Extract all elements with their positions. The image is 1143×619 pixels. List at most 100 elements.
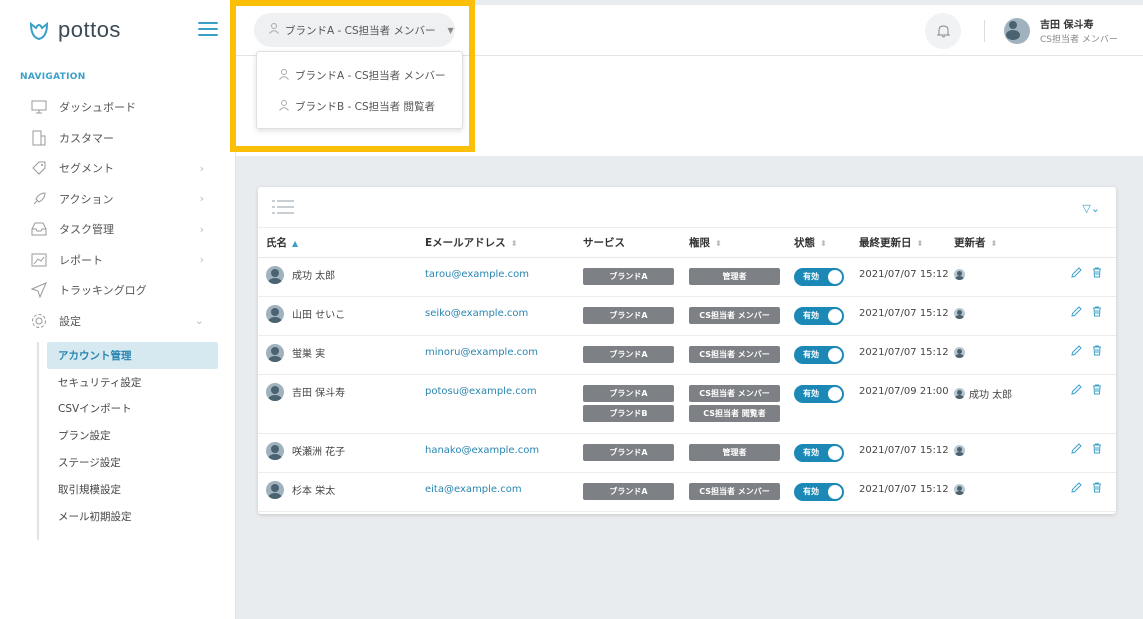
table-row[interactable]: 吉田 保斗寿 potosu@example.com ブランドA ブランドB CS担… <box>258 374 1116 434</box>
list-icon[interactable] <box>272 200 294 217</box>
user-name: 成功 太郎 <box>292 271 336 282</box>
table-row[interactable]: 山田 せいこ seiko@example.com ブランドA CS担当者 メンバ… <box>258 296 1116 336</box>
status-toggle[interactable]: 有効 <box>794 267 844 286</box>
sidebar-item-action[interactable]: アクション › <box>0 184 236 215</box>
service-tag: ブランドA <box>583 345 674 363</box>
header-divider <box>984 20 985 42</box>
sort-icon: ⬍ <box>510 238 518 248</box>
status-label: 有効 <box>803 487 819 496</box>
edit-icon[interactable] <box>1071 266 1082 281</box>
email-link[interactable]: tarou@example.com <box>425 269 529 280</box>
cell-name: 吉田 保斗寿 <box>258 374 425 434</box>
table-toolbar: ▽⌄ <box>258 187 1116 228</box>
brand-selector[interactable]: ブランドA - CS担当者 メンバー ▼ <box>254 13 455 47</box>
cell-name: 蛍巣 実 <box>258 335 425 375</box>
col-header-permission[interactable]: 権限 ⬍ <box>689 228 794 258</box>
avatar <box>1004 17 1030 44</box>
cell-updated: 2021/07/09 21:00 <box>859 374 954 434</box>
email-link[interactable]: minoru@example.com <box>425 347 538 358</box>
col-header-actions <box>1059 228 1116 258</box>
avatar <box>954 483 965 495</box>
cell-status: 有効 <box>794 374 859 434</box>
updater-name: 成功 太郎 <box>969 389 1013 401</box>
brand-option[interactable]: ブランドA - CS担当者 メンバー <box>257 60 462 91</box>
email-link[interactable]: seiko@example.com <box>425 308 528 319</box>
sidebar-nav: ダッシュボード カスタマー セグメント › アクション › タスク管理 › レポ… <box>0 92 236 336</box>
status-toggle[interactable]: 有効 <box>794 482 844 501</box>
subnav-item-mail[interactable]: メール初期設定 <box>39 503 227 530</box>
table-row[interactable]: 咲瀬洲 花子 hanako@example.com ブランドA 管理者 有効 2… <box>258 433 1116 473</box>
col-header-name[interactable]: 氏名 ▲ <box>258 228 425 258</box>
sidebar-item-task[interactable]: タスク管理 › <box>0 214 236 245</box>
user-menu[interactable]: 吉田 保斗寿 CS担当者 メンバー <box>1004 16 1118 45</box>
sidebar-item-label: セグメント <box>59 162 114 176</box>
user-name: 吉田 保斗寿 <box>1040 20 1094 31</box>
avatar <box>954 268 965 280</box>
sidebar-item-settings[interactable]: 設定 ⌄ <box>0 306 236 337</box>
edit-icon[interactable] <box>1071 481 1082 496</box>
avatar <box>266 343 284 362</box>
user-icon <box>279 99 289 114</box>
trash-icon[interactable] <box>1092 443 1102 457</box>
status-toggle[interactable]: 有効 <box>794 384 844 403</box>
table-row[interactable]: 杉本 栄太 eita@example.com ブランドA CS担当者 メンバー … <box>258 472 1116 512</box>
status-toggle[interactable]: 有効 <box>794 443 844 462</box>
brand-dropdown: ブランドA - CS担当者 メンバー ブランドB - CS担当者 閲覧者 <box>256 51 463 129</box>
cell-service: ブランドA <box>583 257 689 297</box>
col-header-status[interactable]: 状態 ⬍ <box>794 228 859 258</box>
edit-icon[interactable] <box>1071 442 1082 457</box>
trash-icon[interactable] <box>1092 306 1102 320</box>
col-header-email[interactable]: Eメールアドレス ⬍ <box>425 228 583 258</box>
status-toggle[interactable]: 有効 <box>794 306 844 325</box>
avatar <box>266 382 284 401</box>
email-link[interactable]: potosu@example.com <box>425 386 537 397</box>
subnav-item-stage[interactable]: ステージ設定 <box>39 449 227 476</box>
sidebar-item-label: トラッキングログ <box>59 284 147 298</box>
permission-tag: 管理者 <box>689 267 780 285</box>
user-role: CS担当者 メンバー <box>1040 35 1118 45</box>
service-tag: ブランドA <box>583 384 674 402</box>
sidebar-item-tracking[interactable]: トラッキングログ <box>0 275 236 306</box>
sidebar-item-customer[interactable]: カスタマー <box>0 123 236 154</box>
trash-icon[interactable] <box>1092 384 1102 398</box>
filter-icon[interactable]: ▽⌄ <box>1082 202 1100 215</box>
cell-permission: CS担当者 メンバー <box>689 472 794 512</box>
sidebar-item-segment[interactable]: セグメント › <box>0 153 236 184</box>
edit-icon[interactable] <box>1071 344 1082 359</box>
avatar <box>266 441 284 460</box>
trash-icon[interactable] <box>1092 482 1102 496</box>
status-toggle[interactable]: 有効 <box>794 345 844 364</box>
subnav-item-account[interactable]: アカウント管理 <box>47 342 218 369</box>
permission-tag: CS担当者 メンバー <box>689 384 780 402</box>
menu-toggle-icon[interactable] <box>198 22 218 36</box>
subnav-item-csv-import[interactable]: CSVインポート <box>39 396 227 423</box>
cell-permission: 管理者 <box>689 257 794 297</box>
brand-selector-label: ブランドA - CS担当者 メンバー <box>285 24 436 37</box>
edit-icon[interactable] <box>1071 383 1082 398</box>
table-row[interactable]: 蛍巣 実 minoru@example.com ブランドA CS担当者 メンバー… <box>258 335 1116 375</box>
cell-actions <box>1059 374 1116 434</box>
col-header-updated[interactable]: 最終更新日 ⬍ <box>859 228 954 258</box>
subnav-item-plan[interactable]: プラン設定 <box>39 422 227 449</box>
sidebar-item-dashboard[interactable]: ダッシュボード <box>0 92 236 123</box>
email-link[interactable]: eita@example.com <box>425 484 522 495</box>
cell-actions <box>1059 433 1116 473</box>
trash-icon[interactable] <box>1092 345 1102 359</box>
cell-email: minoru@example.com <box>425 335 583 375</box>
email-link[interactable]: hanako@example.com <box>425 445 539 456</box>
trash-icon[interactable] <box>1092 267 1102 281</box>
logo[interactable]: pottos <box>28 17 121 43</box>
subnav-item-security[interactable]: セキュリティ設定 <box>39 369 227 396</box>
status-label: 有効 <box>803 350 819 359</box>
cell-permission: CS担当者 メンバー <box>689 335 794 375</box>
table-row[interactable]: 成功 太郎 tarou@example.com ブランドA 管理者 有効 202… <box>258 257 1116 297</box>
cell-email: tarou@example.com <box>425 257 583 297</box>
edit-icon[interactable] <box>1071 305 1082 320</box>
bell-icon[interactable] <box>925 13 961 49</box>
cell-updated: 2021/07/07 15:12 <box>859 433 954 473</box>
sidebar-item-label: アクション <box>59 192 114 206</box>
brand-option[interactable]: ブランドB - CS担当者 閲覧者 <box>257 91 462 122</box>
sidebar-item-report[interactable]: レポート › <box>0 245 236 276</box>
col-header-updater[interactable]: 更新者 ⬍ <box>954 228 1059 258</box>
subnav-item-deal-size[interactable]: 取引規模設定 <box>39 476 227 503</box>
